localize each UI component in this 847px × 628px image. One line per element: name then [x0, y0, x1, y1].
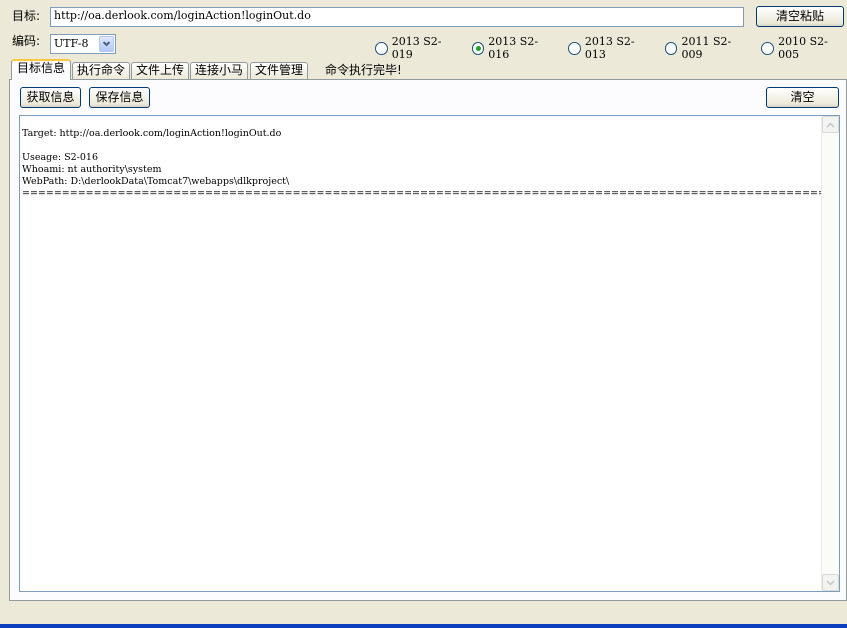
chevron-up-icon [826, 121, 835, 128]
scroll-down-button[interactable] [822, 574, 839, 591]
exploit-option[interactable]: 2013 S2-013 [568, 35, 654, 61]
chevron-down-icon [102, 41, 111, 47]
output-text: Target: http://oa.derlook.com/loginActio… [22, 128, 839, 199]
exploit-option[interactable]: 2013 S2-016 [471, 35, 558, 61]
radio-icon[interactable] [375, 41, 388, 55]
exploit-option-label: 2013 S2-016 [488, 35, 539, 61]
tab-target-info[interactable]: 目标信息 [11, 59, 71, 80]
get-info-button[interactable]: 获取信息 [20, 87, 81, 108]
radio-checked-icon[interactable] [471, 41, 485, 55]
exploit-option[interactable]: 2010 S2-005 [761, 35, 847, 61]
scroll-up-button[interactable] [822, 116, 839, 133]
exploit-option-label: 2013 S2-013 [584, 35, 635, 61]
vertical-scrollbar[interactable] [821, 116, 839, 591]
encoding-selected-value: UTF-8 [54, 37, 89, 50]
tab-file-manager[interactable]: 文件管理 [250, 62, 308, 79]
encoding-label: 编码: [12, 34, 41, 48]
chevron-down-icon [826, 579, 835, 586]
exploit-option-label: 2013 S2-019 [391, 35, 442, 61]
target-url-input[interactable]: http://oa.derlook.com/loginAction!loginO… [50, 7, 744, 27]
tab-connect-shell[interactable]: 连接小马 [190, 62, 248, 79]
exploit-option-label: 2010 S2-005 [778, 35, 828, 61]
exploit-option[interactable]: 2011 S2-009 [664, 35, 751, 61]
clear-paste-button[interactable]: 清空粘贴 [756, 6, 844, 27]
encoding-select[interactable]: UTF-8 [50, 34, 116, 54]
tab-execute-command[interactable]: 执行命令 [72, 62, 130, 79]
status-message: 命令执行完毕! [325, 63, 402, 77]
radio-icon[interactable] [664, 41, 678, 55]
radio-icon[interactable] [568, 41, 581, 55]
exploit-radio-group: 2013 S2-019 2013 S2-016 2013 S2-013 2011… [375, 35, 847, 61]
save-info-button[interactable]: 保存信息 [89, 87, 150, 108]
taskbar-edge [0, 624, 847, 628]
dropdown-button[interactable] [99, 36, 114, 52]
clear-button[interactable]: 清空 [766, 87, 839, 108]
output-textarea[interactable]: Target: http://oa.derlook.com/loginActio… [19, 115, 840, 592]
exploit-option[interactable]: 2013 S2-019 [375, 35, 461, 61]
exploit-option-label: 2011 S2-009 [681, 35, 732, 61]
radio-icon[interactable] [761, 41, 775, 55]
tab-file-upload[interactable]: 文件上传 [131, 62, 189, 79]
target-label: 目标: [12, 9, 41, 23]
